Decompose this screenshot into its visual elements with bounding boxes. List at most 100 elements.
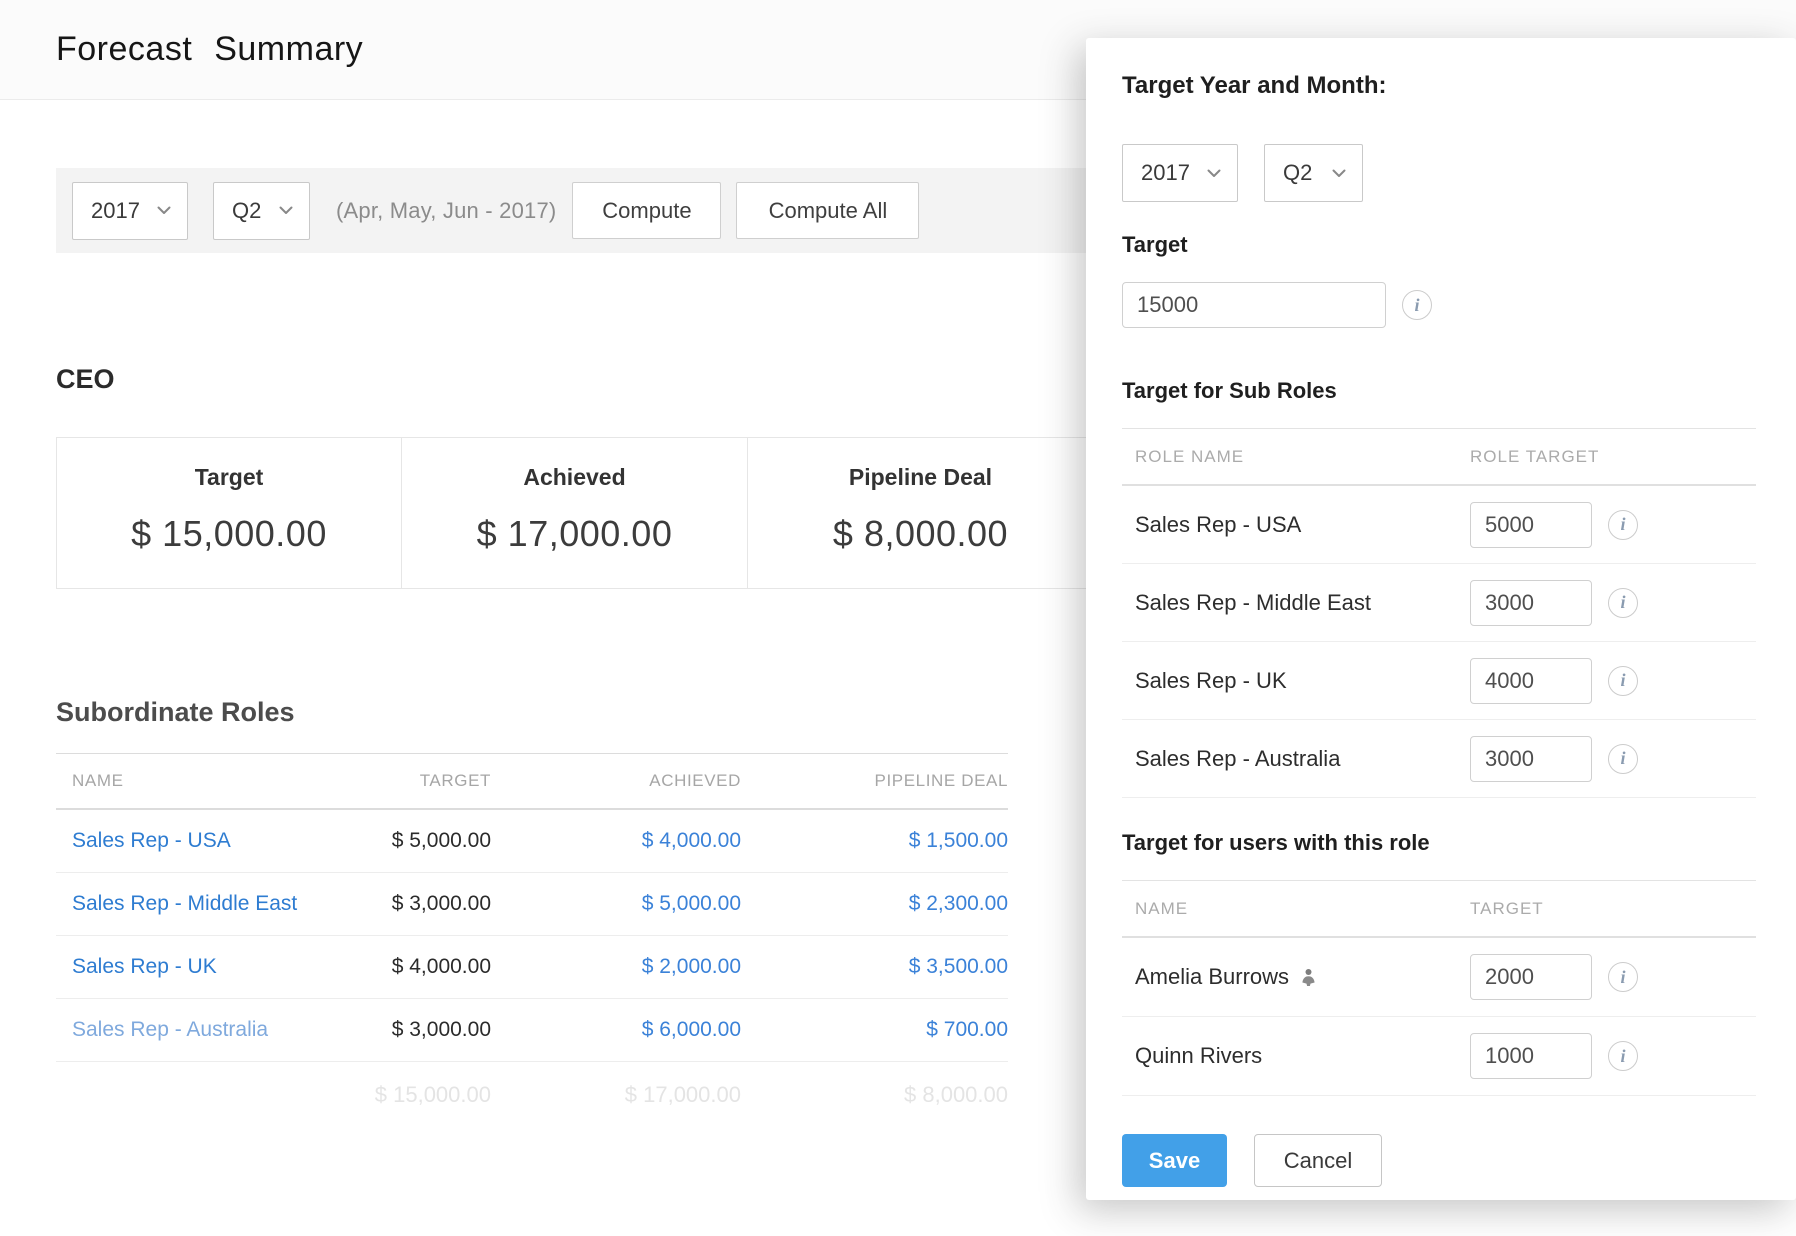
- card-title: Target: [195, 464, 264, 491]
- table-row: Amelia Burrows i: [1122, 938, 1756, 1017]
- table-row: Quinn Rivers i: [1122, 1017, 1756, 1096]
- compute-button[interactable]: Compute: [572, 182, 721, 239]
- target-card: Target $ 15,000.00: [56, 437, 402, 589]
- role-name: Sales Rep - USA: [1122, 512, 1470, 538]
- pipeline-value-link[interactable]: $ 3,500.00: [741, 955, 1008, 979]
- chevron-down-icon: [1207, 169, 1221, 178]
- role-name: Sales Rep - UK: [1122, 668, 1470, 694]
- card-title: Pipeline Deal: [849, 464, 992, 491]
- role-target-input[interactable]: [1470, 658, 1592, 704]
- achieved-value-link[interactable]: $ 2,000.00: [491, 955, 741, 979]
- info-icon[interactable]: i: [1608, 962, 1638, 992]
- info-icon[interactable]: i: [1608, 510, 1638, 540]
- year-select-value: 2017: [91, 198, 140, 224]
- target-value: $ 5,000.00: [356, 829, 491, 853]
- compute-all-button[interactable]: Compute All: [736, 182, 919, 239]
- users-table: NAME TARGET Amelia Burrows i Quinn River…: [1122, 880, 1756, 1096]
- column-header-name: NAME: [56, 771, 356, 791]
- totals-pipeline: $ 8,000.00: [741, 1082, 1008, 1108]
- save-button[interactable]: Save: [1122, 1134, 1227, 1187]
- totals-achieved: $ 17,000.00: [491, 1082, 741, 1108]
- year-select[interactable]: 2017: [72, 182, 188, 240]
- target-edit-panel: Target Year and Month: 2017 Q2 Target i …: [1086, 38, 1796, 1200]
- user-target-input[interactable]: [1470, 1033, 1592, 1079]
- card-value: $ 8,000.00: [833, 513, 1008, 555]
- role-name: Sales Rep - Middle East: [1122, 590, 1470, 616]
- card-value: $ 17,000.00: [477, 513, 673, 555]
- quarter-select-value: Q2: [232, 198, 261, 224]
- column-header-user-name: NAME: [1122, 899, 1470, 919]
- role-name-link[interactable]: Sales Rep - USA: [72, 829, 231, 852]
- panel-year-select[interactable]: 2017: [1122, 144, 1238, 202]
- quarter-select[interactable]: Q2: [213, 182, 310, 240]
- chevron-down-icon: [1332, 169, 1346, 178]
- panel-quarter-select[interactable]: Q2: [1264, 144, 1363, 202]
- user-icon: [1299, 968, 1318, 987]
- subordinate-roles-heading: Subordinate Roles: [56, 697, 295, 728]
- table-row: Sales Rep - Australia i: [1122, 720, 1756, 798]
- target-input[interactable]: [1122, 282, 1386, 328]
- achieved-value-link[interactable]: $ 4,000.00: [491, 829, 741, 853]
- sub-roles-heading: Target for Sub Roles: [1122, 378, 1756, 404]
- table-row: Sales Rep - UK i: [1122, 642, 1756, 720]
- target-value: $ 3,000.00: [356, 892, 491, 916]
- chevron-down-icon: [157, 206, 171, 215]
- target-value: $ 4,000.00: [356, 955, 491, 979]
- chevron-down-icon: [279, 206, 293, 215]
- ceo-heading: CEO: [56, 364, 115, 395]
- forecast-page: Forecast Summary 2017 Q2 (Apr, May, Jun …: [0, 0, 1796, 1236]
- cancel-button[interactable]: Cancel: [1254, 1134, 1382, 1187]
- panel-quarter-value: Q2: [1283, 160, 1312, 186]
- role-target-input[interactable]: [1470, 502, 1592, 548]
- info-icon[interactable]: i: [1608, 1041, 1638, 1071]
- pipeline-value-link[interactable]: $ 1,500.00: [741, 829, 1008, 853]
- table-header-row: NAME TARGET: [1122, 880, 1756, 938]
- role-name-link[interactable]: Sales Rep - Australia: [72, 1018, 268, 1041]
- table-header-row: NAME TARGET ACHIEVED PIPELINE DEAL: [56, 753, 1008, 810]
- role-target-input[interactable]: [1470, 580, 1592, 626]
- table-row: Sales Rep - USA i: [1122, 486, 1756, 564]
- column-header-pipeline: PIPELINE DEAL: [741, 771, 1008, 791]
- table-row: Sales Rep - UK $ 4,000.00 $ 2,000.00 $ 3…: [56, 936, 1008, 999]
- subordinate-roles-table: NAME TARGET ACHIEVED PIPELINE DEAL Sales…: [56, 753, 1008, 1128]
- column-header-user-target: TARGET: [1470, 899, 1756, 919]
- achieved-value-link[interactable]: $ 5,000.00: [491, 892, 741, 916]
- panel-heading: Target Year and Month:: [1122, 72, 1756, 100]
- totals-target: $ 15,000.00: [356, 1082, 491, 1108]
- target-field-row: i: [1122, 282, 1756, 328]
- totals-row: $ 15,000.00 $ 17,000.00 $ 8,000.00: [56, 1062, 1008, 1128]
- table-row: Sales Rep - Australia $ 3,000.00 $ 6,000…: [56, 999, 1008, 1062]
- info-icon[interactable]: i: [1608, 588, 1638, 618]
- target-value: $ 3,000.00: [356, 1018, 491, 1042]
- table-row: Sales Rep - Middle East $ 3,000.00 $ 5,0…: [56, 873, 1008, 936]
- card-value: $ 15,000.00: [131, 513, 327, 555]
- panel-period-selects: 2017 Q2: [1122, 144, 1756, 202]
- pipeline-value-link[interactable]: $ 2,300.00: [741, 892, 1008, 916]
- role-name-link[interactable]: Sales Rep - Middle East: [72, 892, 297, 915]
- pipeline-value-link[interactable]: $ 700.00: [741, 1018, 1008, 1042]
- card-title: Achieved: [523, 464, 625, 491]
- table-row: Sales Rep - USA $ 5,000.00 $ 4,000.00 $ …: [56, 810, 1008, 873]
- column-header-role-name: ROLE NAME: [1122, 447, 1470, 467]
- user-target-input[interactable]: [1470, 954, 1592, 1000]
- sub-roles-table: ROLE NAME ROLE TARGET Sales Rep - USA i …: [1122, 428, 1756, 798]
- pipeline-card: Pipeline Deal $ 8,000.00: [748, 437, 1094, 589]
- achieved-card: Achieved $ 17,000.00: [402, 437, 748, 589]
- panel-year-value: 2017: [1141, 160, 1190, 186]
- achieved-value-link[interactable]: $ 6,000.00: [491, 1018, 741, 1042]
- target-field-label: Target: [1122, 232, 1756, 258]
- column-header-achieved: ACHIEVED: [491, 771, 741, 791]
- page-title: Forecast Summary: [56, 30, 363, 69]
- role-name: Sales Rep - Australia: [1122, 746, 1470, 772]
- user-name: Amelia Burrows: [1135, 964, 1289, 990]
- info-icon[interactable]: i: [1608, 744, 1638, 774]
- info-icon[interactable]: i: [1608, 666, 1638, 696]
- role-target-input[interactable]: [1470, 736, 1592, 782]
- panel-actions: Save Cancel: [1122, 1134, 1756, 1187]
- role-name-link[interactable]: Sales Rep - UK: [72, 955, 217, 978]
- column-header-role-target: ROLE TARGET: [1470, 447, 1756, 467]
- ceo-summary-cards: Target $ 15,000.00 Achieved $ 17,000.00 …: [56, 437, 1094, 589]
- info-icon[interactable]: i: [1402, 290, 1432, 320]
- table-header-row: ROLE NAME ROLE TARGET: [1122, 428, 1756, 486]
- table-row: Sales Rep - Middle East i: [1122, 564, 1756, 642]
